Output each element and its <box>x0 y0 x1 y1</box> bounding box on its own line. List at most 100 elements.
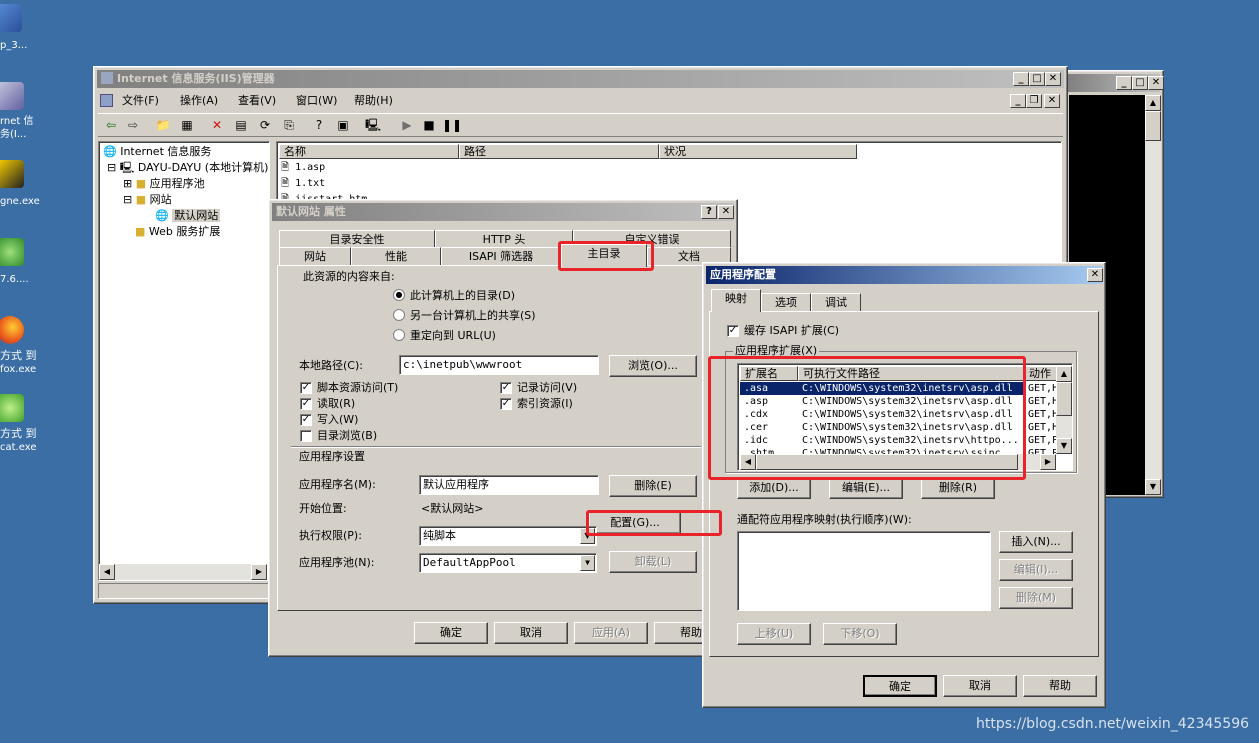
properties-dialog[interactable]: 默认网站 属性 ? ✕ 目录安全性 HTTP 头 自定义错误 网站 性能 ISA… <box>268 199 738 657</box>
list-item[interactable]: 🗎 1.asp <box>281 160 325 176</box>
tab-performance[interactable]: 性能 <box>351 247 441 266</box>
close-button[interactable]: ✕ <box>718 205 734 219</box>
checkbox-index-resource[interactable]: ✓ <box>500 398 512 410</box>
radio-network-share[interactable] <box>393 309 405 321</box>
computer-icon[interactable]: 🖳 <box>364 116 382 134</box>
checkbox-write[interactable]: ✓ <box>300 414 312 426</box>
help-icon[interactable]: ? <box>310 116 328 134</box>
app-pool-select[interactable]: DefaultAppPool ▼ <box>419 553 597 573</box>
menu-action[interactable]: 操作(A) <box>180 94 218 108</box>
close-button[interactable]: ✕ <box>1087 268 1103 282</box>
scroll-right-button[interactable]: ▶ <box>251 564 267 580</box>
checkbox-script-source-access[interactable]: ✓ <box>300 382 312 394</box>
table-row[interactable]: .asa C:\WINDOWS\system32\inetsrv\asp.dll <box>740 382 1024 395</box>
properties-titlebar[interactable]: 默认网站 属性 <box>272 203 734 221</box>
table-row[interactable]: .cdx C:\WINDOWS\system32\inetsrv\asp.dll <box>740 408 1060 421</box>
play-icon[interactable]: ▶ <box>398 116 416 134</box>
minimize-button[interactable]: _ <box>1013 72 1029 86</box>
ok-button[interactable]: 确定 <box>414 622 488 644</box>
column-header-name[interactable]: 名称 <box>279 144 459 159</box>
tree-webext[interactable]: ■ Web 服务扩展 <box>135 224 220 240</box>
maximize-button[interactable]: □ <box>1029 72 1045 86</box>
close-button[interactable]: ✕ <box>1148 76 1164 90</box>
child-restore-button[interactable]: ❐ <box>1026 94 1042 108</box>
pause-icon[interactable]: ❚❚ <box>442 116 462 134</box>
console-scrollbar[interactable]: ▲ ▼ <box>1145 95 1161 495</box>
table-row[interactable]: .cer C:\WINDOWS\system32\inetsrv\asp.dll <box>740 421 1060 434</box>
tree-pane[interactable]: 🌐 Internet 信息服务 ⊟ 🖳 DAYU-DAYU (本地计算机) ⊞ … <box>98 141 270 581</box>
stop-icon[interactable]: ■ <box>420 116 438 134</box>
tree-root[interactable]: 🌐 Internet 信息服务 <box>103 144 211 160</box>
extensions-hscrollbar[interactable]: ◀ ▶ <box>740 454 1056 470</box>
table-row[interactable]: .asp C:\WINDOWS\system32\inetsrv\asp.dll <box>740 395 1060 408</box>
remove-app-button[interactable]: 删除(E) <box>609 475 697 497</box>
help-button[interactable]: ? <box>701 205 717 219</box>
tab-mappings[interactable]: 映射 <box>711 289 761 312</box>
properties-icon[interactable]: ▤ <box>232 116 250 134</box>
checkbox-cache-isapi[interactable]: ✓ <box>727 325 739 337</box>
edit-mapping-button[interactable]: 编辑(E)... <box>829 477 903 499</box>
cancel-button[interactable]: 取消 <box>943 675 1017 697</box>
up-folder-icon[interactable]: 📁 <box>154 116 172 134</box>
remove-mapping-button[interactable]: 删除(R) <box>921 477 995 499</box>
insert-button[interactable]: 插入(N)... <box>999 531 1073 553</box>
show-tree-icon[interactable]: ▦ <box>178 116 196 134</box>
help-button[interactable]: 帮助 <box>1023 675 1097 697</box>
forward-icon[interactable]: ⇨ <box>124 116 142 134</box>
back-icon[interactable]: ⇦ <box>102 116 120 134</box>
cancel-button[interactable]: 取消 <box>494 622 568 644</box>
scroll-down-button[interactable]: ▼ <box>1056 438 1072 454</box>
local-path-input[interactable]: c:\inetpub\wwwroot <box>399 355 599 375</box>
ok-button[interactable]: 确定 <box>863 675 937 697</box>
remove-wildcard-button[interactable]: 删除(M) <box>999 587 1073 609</box>
iis-titlebar[interactable]: Internet 信息服务(IIS)管理器 <box>97 70 1064 88</box>
extensions-list[interactable]: 扩展名 可执行文件路径 动作 .asa C:\WINDOWS\system32\i… <box>737 363 1073 471</box>
child-close-button[interactable]: ✕ <box>1044 94 1060 108</box>
close-button[interactable]: ✕ <box>1045 72 1061 86</box>
console-icon[interactable]: ▣ <box>334 116 352 134</box>
column-header-status[interactable]: 状况 <box>659 144 857 159</box>
browse-button[interactable]: 浏览(O)... <box>609 355 697 377</box>
tab-debugging[interactable]: 调试 <box>811 293 861 312</box>
apply-button[interactable]: 应用(A) <box>574 622 648 644</box>
tab-website[interactable]: 网站 <box>279 247 351 266</box>
list-item[interactable]: 🗎 1.txt <box>281 176 325 192</box>
tree-default-site[interactable]: 🌐 默认网站 <box>155 208 221 224</box>
configure-button[interactable]: 配置(G)... <box>589 512 681 534</box>
wildcard-list[interactable] <box>737 531 991 611</box>
menu-window[interactable]: 窗口(W) <box>296 94 337 108</box>
menu-view[interactable]: 查看(V) <box>238 94 276 108</box>
tree-computer[interactable]: ⊟ 🖳 DAYU-DAYU (本地计算机) <box>107 160 268 176</box>
checkbox-log-visits[interactable]: ✓ <box>500 382 512 394</box>
export-icon[interactable]: ⎘ <box>280 116 298 134</box>
app-name-input[interactable]: 默认应用程序 <box>419 475 599 495</box>
move-down-button[interactable]: 下移(O) <box>823 623 897 645</box>
minimize-button[interactable]: _ <box>1116 76 1132 90</box>
radio-local-directory[interactable]: ● <box>393 289 405 301</box>
scroll-left-button[interactable]: ◀ <box>99 564 115 580</box>
column-header-extension[interactable]: 扩展名 <box>740 366 798 381</box>
tree-websites[interactable]: ⊟ ■ 网站 <box>123 192 172 208</box>
scroll-thumb[interactable] <box>1056 382 1072 416</box>
exec-permissions-select[interactable]: 纯脚本 ▼ <box>419 526 597 546</box>
tab-home-directory[interactable]: 主目录 <box>561 244 647 267</box>
delete-icon[interactable]: ✕ <box>208 116 226 134</box>
menu-help[interactable]: 帮助(H) <box>354 94 393 108</box>
scroll-right-button[interactable]: ▶ <box>1040 454 1056 470</box>
scroll-up-button[interactable]: ▲ <box>1145 95 1161 111</box>
scroll-left-button[interactable]: ◀ <box>740 454 756 470</box>
tree-apppools[interactable]: ⊞ ■ 应用程序池 <box>123 176 205 192</box>
app-config-dialog[interactable]: 应用程序配置 ✕ 映射 选项 调试 ✓ 缓存 ISAPI 扩展(C) 应用程序扩… <box>702 262 1106 708</box>
child-minimize-button[interactable]: _ <box>1010 94 1026 108</box>
add-mapping-button[interactable]: 添加(D)... <box>737 477 811 499</box>
table-row[interactable]: .idc C:\WINDOWS\system32\inetsrv\httpo... <box>740 434 1060 447</box>
scroll-up-button[interactable]: ▲ <box>1056 366 1072 382</box>
radio-redirect-url[interactable] <box>393 329 405 341</box>
chevron-down-icon[interactable]: ▼ <box>580 528 595 544</box>
unload-button[interactable]: 卸载(L) <box>609 551 697 573</box>
tree-hscrollbar[interactable]: ◀ ▶ <box>99 564 267 580</box>
scroll-thumb[interactable] <box>756 454 1018 470</box>
move-up-button[interactable]: 上移(U) <box>737 623 811 645</box>
edit-wildcard-button[interactable]: 编辑(I)... <box>999 559 1073 581</box>
scroll-down-button[interactable]: ▼ <box>1145 479 1161 495</box>
